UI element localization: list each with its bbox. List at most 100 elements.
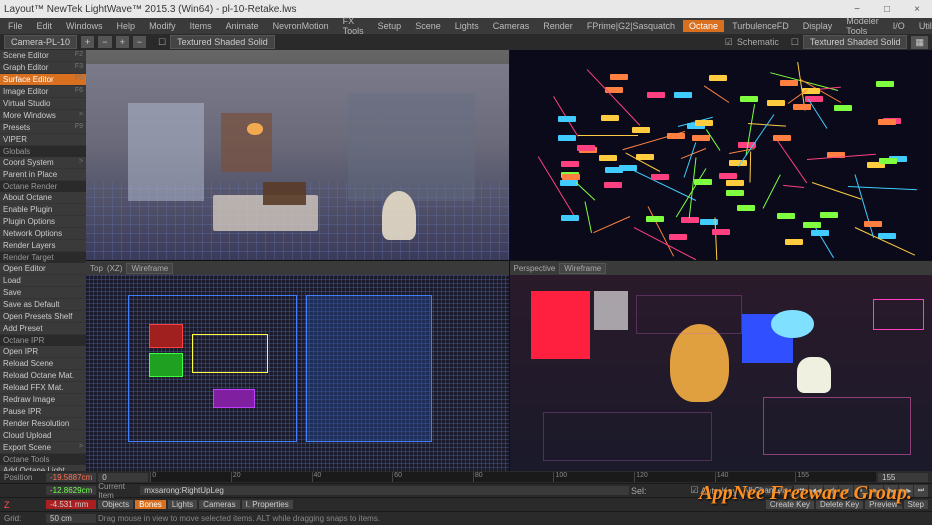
sidebar-item-add-preset[interactable]: Add Preset <box>0 323 86 335</box>
zoom-icon[interactable]: − <box>133 36 146 48</box>
sidebar-item-save-as-default[interactable]: Save as Default <box>0 299 86 311</box>
tab-cameras[interactable]: Cameras <box>487 20 536 32</box>
menu-help[interactable]: Help <box>111 20 142 32</box>
vp-icon[interactable]: ▦ <box>911 36 928 49</box>
grid-value[interactable]: 50 cm <box>46 514 96 523</box>
sidebar-item-render-layers[interactable]: Render Layers <box>0 240 86 252</box>
shading-dropdown-right[interactable]: Textured Shaded Solid <box>803 35 908 49</box>
sidebar-item-cloud-upload[interactable]: Cloud Upload <box>0 430 86 442</box>
sidebar-item-export-scene[interactable]: Export Scene> <box>0 442 86 454</box>
menu-edit[interactable]: Edit <box>31 20 59 32</box>
sidebar-item-image-editor[interactable]: Image EditorF6 <box>0 86 86 98</box>
pos-z[interactable]: -4.531 mm <box>46 500 96 509</box>
tool-sidebar: Scene EditorF2Graph EditorF3Surface Edit… <box>0 50 86 471</box>
vp-mode[interactable]: Wireframe <box>559 263 606 274</box>
minimize-button[interactable]: − <box>846 4 868 15</box>
sidebar-item-surface-editor[interactable]: Surface EditorF5 <box>0 74 86 86</box>
shading-dropdown[interactable]: Textured Shaded Solid <box>170 35 275 49</box>
current-item-label: Current Item <box>98 482 138 500</box>
control-objects[interactable]: Objects <box>98 500 133 509</box>
tab-nevronmotion[interactable]: NevronMotion <box>267 20 335 32</box>
sidebar-item-reload-ffx-mat-[interactable]: Reload FFX Mat. <box>0 382 86 394</box>
pos-y[interactable]: -12.8629cm <box>46 486 96 495</box>
position-label: Position <box>4 473 44 482</box>
zoom-icon[interactable]: − <box>98 36 111 48</box>
hint-text: Drag mouse in view to move selected item… <box>98 514 928 523</box>
timeline-tick: 100 <box>553 472 634 482</box>
sidebar-item-open-presets-shelf[interactable]: Open Presets Shelf <box>0 311 86 323</box>
tab-fx-tools[interactable]: FX Tools <box>337 15 370 37</box>
tab-render[interactable]: Render <box>537 20 579 32</box>
viewport-camera[interactable] <box>86 50 509 260</box>
sidebar-item-open-editor[interactable]: Open Editor <box>0 263 86 275</box>
sidebar-item-open-ipr[interactable]: Open IPR <box>0 346 86 358</box>
viewport-schematic[interactable] <box>510 50 932 260</box>
sidebar-item-reload-octane-mat-[interactable]: Reload Octane Mat. <box>0 370 86 382</box>
schematic-check[interactable]: Schematic <box>737 37 779 47</box>
tab-animate[interactable]: Animate <box>220 20 265 32</box>
tab-octane[interactable]: Octane <box>683 20 724 32</box>
sidebar-item-viper[interactable]: VIPER <box>0 134 86 146</box>
sidebar-item-render-resolution[interactable]: Render Resolution <box>0 418 86 430</box>
control-i--properties[interactable]: I. Properties <box>242 500 293 509</box>
sidebar-header: Octane IPR <box>0 335 86 346</box>
close-button[interactable]: × <box>906 4 928 15</box>
zoom-icon[interactable]: + <box>116 36 129 48</box>
sidebar-item-enable-plugin[interactable]: Enable Plugin <box>0 204 86 216</box>
camera-dropdown[interactable]: Camera-PL-10 <box>4 35 77 49</box>
grid-label: Grid: <box>4 514 44 523</box>
watermark: AppNee Freeware Group. <box>699 482 912 505</box>
tab-scene[interactable]: Scene <box>409 20 447 32</box>
tab-utilities[interactable]: Utilities <box>913 20 932 32</box>
sidebar-item-scene-editor[interactable]: Scene EditorF2 <box>0 50 86 62</box>
timeline-tick: 120 <box>634 472 715 482</box>
maximize-button[interactable]: □ <box>876 4 898 15</box>
menu-file[interactable]: File <box>2 20 29 32</box>
timeline-tick: 60 <box>392 472 473 482</box>
zoom-icon[interactable]: + <box>81 36 94 48</box>
sidebar-item-network-options[interactable]: Network Options <box>0 228 86 240</box>
frame-start[interactable]: 0 <box>98 473 148 482</box>
tab-fprime-g--sasquatch[interactable]: FPrime|G2|Sasquatch <box>581 20 681 32</box>
viewport-header: Top (XZ) Wireframe <box>86 261 509 275</box>
sidebar-item-redraw-image[interactable]: Redraw Image <box>0 394 86 406</box>
viewport-perspective[interactable]: Perspective Wireframe <box>510 261 932 471</box>
sidebar-item-parent-in-place[interactable]: Parent in Place <box>0 169 86 181</box>
pos-x[interactable]: -19.5887cm <box>46 473 96 482</box>
sidebar-header: Octane Tools <box>0 454 86 465</box>
timeline-tick: 140 <box>715 472 796 482</box>
tab-setup[interactable]: Setup <box>372 20 408 32</box>
sidebar-item-virtual-studio[interactable]: Virtual Studio <box>0 98 86 110</box>
vp-mode[interactable]: Wireframe <box>126 263 173 274</box>
tab-i-o[interactable]: I/O <box>887 20 911 32</box>
tab-lights[interactable]: Lights <box>449 20 485 32</box>
tab-turbulencefd[interactable]: TurbulenceFD <box>726 20 795 32</box>
sidebar-item-save[interactable]: Save <box>0 287 86 299</box>
sidebar-item-pause-ipr[interactable]: Pause IPR <box>0 406 86 418</box>
sidebar-item-presets[interactable]: PresetsF9 <box>0 122 86 134</box>
timeline-track[interactable]: 020406080100120140155 <box>150 472 876 482</box>
sidebar-item-reload-scene[interactable]: Reload Scene <box>0 358 86 370</box>
current-item-value[interactable]: mxsarong:RightUpLeg <box>140 486 629 495</box>
vp-name: Top <box>90 264 103 273</box>
sidebar-header: Octane Render <box>0 181 86 192</box>
control-cameras[interactable]: Cameras <box>199 500 239 509</box>
sidebar-item-graph-editor[interactable]: Graph EditorF3 <box>0 62 86 74</box>
titlebar: Layout™ NewTek LightWave™ 2015.3 (Win64)… <box>0 0 932 18</box>
menu-windows[interactable]: Windows <box>60 20 109 32</box>
control-lights[interactable]: Lights <box>168 500 197 509</box>
end-button[interactable]: ⏭ <box>914 485 928 497</box>
sidebar-item-plugin-options[interactable]: Plugin Options <box>0 216 86 228</box>
frame-end[interactable]: 155 <box>878 473 928 482</box>
sidebar-item-coord-system[interactable]: Coord System> <box>0 157 86 169</box>
viewport-top[interactable]: Top (XZ) Wireframe <box>86 261 509 471</box>
tab-items[interactable]: Items <box>184 20 218 32</box>
sidebar-item-more-windows[interactable]: More Windows> <box>0 110 86 122</box>
tab-modify[interactable]: Modify <box>143 20 182 32</box>
sidebar-item-about-octane[interactable]: About Octane <box>0 192 86 204</box>
tab-modeler-tools[interactable]: Modeler Tools <box>840 15 885 37</box>
main-area: Scene EditorF2Graph EditorF3Surface Edit… <box>0 50 932 471</box>
sidebar-item-load[interactable]: Load <box>0 275 86 287</box>
tab-display[interactable]: Display <box>797 20 839 32</box>
control-bones[interactable]: Bones <box>135 500 166 509</box>
